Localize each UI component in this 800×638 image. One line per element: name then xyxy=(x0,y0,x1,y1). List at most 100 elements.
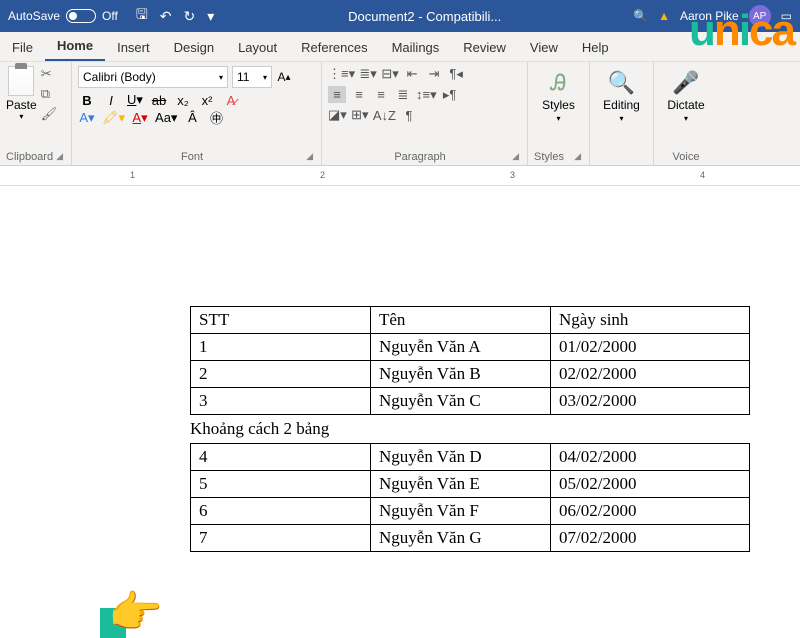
table-header-row: STT Tên Ngày sinh xyxy=(191,307,750,334)
strikethrough-button[interactable]: ab xyxy=(150,93,168,108)
show-marks-icon[interactable]: ¶ xyxy=(400,108,418,123)
multilevel-icon[interactable]: ⊟▾ xyxy=(381,66,399,82)
justify-icon[interactable]: ≣ xyxy=(394,87,412,103)
tab-view[interactable]: View xyxy=(518,34,570,61)
rtl-icon[interactable]: ▸¶ xyxy=(441,87,459,103)
group-font: Calibri (Body)▾ 11▾ A▴ B I U▾ ab x₂ x² A… xyxy=(72,62,322,165)
tab-file[interactable]: File xyxy=(0,34,45,61)
highlight-icon[interactable]: 🖍▾ xyxy=(102,110,125,126)
launcher-icon[interactable]: ◢ xyxy=(306,151,315,162)
editing-button[interactable]: 🔍 Editing ▾ xyxy=(596,66,647,127)
document-area[interactable]: STT Tên Ngày sinh 1Nguyễn Văn A01/02/200… xyxy=(0,186,800,552)
table-row: 7Nguyễn Văn G07/02/2000 xyxy=(191,525,750,552)
warning-icon: ▲ xyxy=(658,9,670,23)
toggle-icon xyxy=(66,9,96,23)
editing-label: Editing xyxy=(603,98,640,112)
shading-icon[interactable]: ◪▾ xyxy=(328,107,347,123)
group-clipboard: Paste ▾ ✂ ⧉ 🖌 Clipboard◢ xyxy=(0,62,72,165)
search-icon[interactable]: 🔍 xyxy=(633,9,648,23)
styles-label: Styles xyxy=(542,98,575,112)
tab-mailings[interactable]: Mailings xyxy=(380,34,452,61)
table-row: 3Nguyễn Văn C03/02/2000 xyxy=(191,388,750,415)
group-label-font: Font xyxy=(181,149,203,163)
subscript-button[interactable]: x₂ xyxy=(174,93,192,108)
microphone-icon: 🎤 xyxy=(672,70,699,96)
header-cell[interactable]: STT xyxy=(191,307,371,334)
tab-review[interactable]: Review xyxy=(451,34,518,61)
launcher-icon[interactable]: ◢ xyxy=(56,151,65,162)
header-cell[interactable]: Ngày sinh xyxy=(551,307,750,334)
table-row: 4Nguyễn Văn D04/02/2000 xyxy=(191,444,750,471)
copy-icon[interactable]: ⧉ xyxy=(41,86,58,102)
table-row: 5Nguyễn Văn E05/02/2000 xyxy=(191,471,750,498)
header-cell[interactable]: Tên xyxy=(371,307,551,334)
launcher-icon[interactable]: ◢ xyxy=(574,151,583,162)
tab-insert[interactable]: Insert xyxy=(105,34,162,61)
dictate-button[interactable]: 🎤 Dictate ▾ xyxy=(660,66,712,127)
bullets-icon[interactable]: ⋮≡▾ xyxy=(328,66,355,82)
bold-button[interactable]: B xyxy=(78,93,96,108)
format-painter-icon[interactable]: 🖌 xyxy=(41,106,58,122)
underline-button[interactable]: U▾ xyxy=(126,92,144,108)
group-styles: Ꭿ Styles ▾ Styles ◢ xyxy=(528,62,590,165)
redo-icon[interactable]: ↻ xyxy=(184,8,196,25)
autosave-label: AutoSave xyxy=(8,9,60,23)
chevron-down-icon: ▾ xyxy=(619,114,623,123)
group-label-paragraph: Paragraph xyxy=(394,149,445,163)
dictate-label: Dictate xyxy=(667,98,704,112)
undo-icon[interactable]: ↶ xyxy=(160,8,172,25)
launcher-icon[interactable]: ◢ xyxy=(512,151,521,162)
tab-home[interactable]: Home xyxy=(45,32,105,61)
ltr-icon[interactable]: ¶◂ xyxy=(447,66,465,82)
numbering-icon[interactable]: ≣▾ xyxy=(359,66,377,82)
table-row: 6Nguyễn Văn F06/02/2000 xyxy=(191,498,750,525)
styles-button[interactable]: Ꭿ Styles ▾ xyxy=(534,66,583,127)
ruler-mark: 2 xyxy=(320,170,325,180)
gap-text[interactable]: Khoảng cách 2 bảng xyxy=(190,415,760,443)
decrease-indent-icon[interactable]: ⇤ xyxy=(403,66,421,82)
group-label-styles: Styles xyxy=(534,149,564,163)
increase-indent-icon[interactable]: ⇥ xyxy=(425,66,443,82)
horizontal-ruler[interactable]: 1 2 3 4 xyxy=(0,166,800,186)
tab-help[interactable]: Help xyxy=(570,34,621,61)
enclose-icon[interactable]: ㊥ xyxy=(207,108,225,127)
styles-icon: Ꭿ xyxy=(551,70,567,96)
character-scale-icon[interactable]: Â xyxy=(183,110,201,125)
data-table-1[interactable]: STT Tên Ngày sinh 1Nguyễn Văn A01/02/200… xyxy=(190,306,750,415)
clear-formatting-icon[interactable]: A̷ xyxy=(222,93,240,108)
save-icon[interactable]: 🖫 xyxy=(136,4,148,28)
italic-button[interactable]: I xyxy=(102,93,120,108)
chevron-down-icon: ▾ xyxy=(19,112,23,121)
font-color-icon[interactable]: A▾ xyxy=(131,110,149,126)
qat-dropdown-icon[interactable]: ▾ xyxy=(207,8,214,25)
paste-button[interactable]: Paste ▾ xyxy=(6,66,37,122)
cut-icon[interactable]: ✂ xyxy=(41,66,58,82)
align-right-icon[interactable]: ≡ xyxy=(372,87,390,102)
group-voice: 🎤 Dictate ▾ Voice xyxy=(654,62,718,165)
ruler-mark: 1 xyxy=(130,170,135,180)
data-table-2[interactable]: 4Nguyễn Văn D04/02/2000 5Nguyễn Văn E05/… xyxy=(190,443,750,552)
align-center-icon[interactable]: ≡ xyxy=(350,87,368,102)
menu-bar: File Home Insert Design Layout Reference… xyxy=(0,32,800,62)
grow-font-icon[interactable]: A▴ xyxy=(276,69,292,85)
chevron-down-icon: ▾ xyxy=(556,114,560,123)
sort-icon[interactable]: A↓Z xyxy=(373,108,396,123)
watermark-logo: unica xyxy=(689,6,794,56)
change-case-icon[interactable]: Aa▾ xyxy=(155,110,177,126)
align-left-icon[interactable]: ≡ xyxy=(328,86,346,103)
group-label-clipboard: Clipboard xyxy=(6,149,53,163)
tab-references[interactable]: References xyxy=(289,34,379,61)
line-spacing-icon[interactable]: ↕≡▾ xyxy=(416,87,437,103)
document-title: Document2 - Compatibili... xyxy=(224,9,625,24)
chevron-down-icon: ▾ xyxy=(684,114,688,123)
font-name-combo[interactable]: Calibri (Body)▾ xyxy=(78,66,228,88)
text-effects-icon[interactable]: A▾ xyxy=(78,110,96,126)
autosave-toggle[interactable]: AutoSave Off xyxy=(0,9,126,23)
tab-layout[interactable]: Layout xyxy=(226,34,289,61)
tab-design[interactable]: Design xyxy=(162,34,226,61)
borders-icon[interactable]: ⊞▾ xyxy=(351,107,369,123)
paste-icon xyxy=(8,66,34,96)
superscript-button[interactable]: x² xyxy=(198,93,216,108)
table-row: 1Nguyễn Văn A01/02/2000 xyxy=(191,334,750,361)
font-size-combo[interactable]: 11▾ xyxy=(232,66,272,88)
